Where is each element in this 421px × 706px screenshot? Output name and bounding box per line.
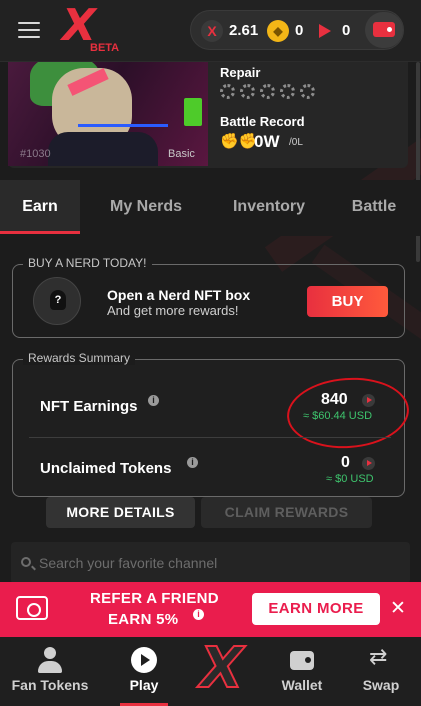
ticket-icon: [16, 596, 48, 620]
close-icon[interactable]: ✕: [390, 597, 406, 620]
wallet-icon: [373, 22, 395, 37]
nav-label: Wallet: [281, 677, 323, 693]
beta-badge: BETA: [90, 42, 120, 54]
gear-icon: [300, 84, 315, 99]
coin-balance: 0: [295, 22, 304, 39]
tab-bar: Earn My Nerds Inventory Battle: [0, 180, 421, 236]
battle-record-losses: /0L: [289, 137, 303, 148]
battle-record-value: 0W: [254, 132, 280, 151]
person-icon: [38, 647, 62, 673]
search-bar[interactable]: [11, 542, 410, 584]
tab-battle[interactable]: Battle: [336, 180, 412, 234]
refer-percent: EARN 5%: [108, 611, 179, 628]
earn-more-button[interactable]: EARN MORE: [252, 593, 380, 625]
search-input[interactable]: [39, 550, 399, 576]
x-logo-icon[interactable]: X: [199, 640, 244, 698]
divider: [29, 437, 391, 438]
bottom-nav: Fan Tokens Play X Wallet Swap ⇄: [0, 637, 421, 706]
tab-inventory[interactable]: Inventory: [214, 180, 324, 234]
nerd-rarity: Basic: [168, 148, 195, 160]
unclaimed-amount: 0: [341, 454, 350, 471]
tab-earn[interactable]: Earn: [0, 180, 80, 234]
battle-record-label: Battle Record: [220, 114, 305, 129]
buy-subtitle: And get more rewards!: [107, 303, 239, 318]
buy-title: Open a Nerd NFT box: [107, 287, 251, 303]
x-token-balance: 2.61: [229, 22, 259, 39]
info-icon[interactable]: i: [148, 395, 159, 406]
unclaimed-usd: ≈ $0 USD: [326, 473, 374, 485]
nerd-card[interactable]: #1030 Basic Repair Battle Record ✊✊ 0W /…: [8, 62, 408, 168]
wallet-icon: [290, 651, 314, 670]
unclaimed-tokens-label: Unclaimed Tokens: [40, 460, 172, 477]
gear-icon: [260, 84, 275, 99]
top-bar: X BETA X 2.61 ◆ 0 0: [0, 0, 421, 62]
nav-label: Play: [129, 677, 159, 693]
nerd-avatar-image[interactable]: #1030 Basic: [8, 62, 208, 166]
balance-pill[interactable]: X 2.61 ◆ 0 0: [190, 10, 404, 50]
rewards-legend: Rewards Summary: [23, 351, 136, 365]
buy-panel-legend: BUY A NERD TODAY!: [23, 256, 152, 270]
coin-icon: ◆: [267, 20, 289, 42]
gear-icon: [280, 84, 295, 99]
buy-button[interactable]: BUY: [307, 286, 388, 317]
more-details-button[interactable]: MORE DETAILS: [46, 497, 195, 528]
annotation-circle: [284, 373, 412, 453]
hamburger-icon[interactable]: [18, 22, 40, 40]
refer-title: REFER A FRIEND: [90, 590, 219, 607]
rewards-summary-panel: Rewards Summary NFT Earnings i 840 ≈ $60…: [12, 351, 412, 497]
nav-wallet[interactable]: Wallet: [262, 637, 342, 706]
repair-label: Repair: [220, 65, 261, 80]
nerd-id: #1030: [20, 148, 51, 160]
info-icon[interactable]: i: [193, 609, 204, 620]
gear-icon: [220, 84, 235, 99]
refer-banner: REFER A FRIEND EARN 5% i EARN MORE ✕: [0, 582, 421, 637]
wallet-button[interactable]: [365, 12, 403, 48]
nav-label: Swap: [362, 677, 400, 693]
play-token-balance: 0: [342, 22, 351, 39]
search-icon: [21, 557, 31, 567]
drink-glass: [184, 98, 202, 126]
claim-rewards-button[interactable]: CLAIM REWARDS: [201, 497, 372, 528]
nav-label: Fan Tokens: [11, 677, 89, 693]
nft-earnings-label: NFT Earnings: [40, 398, 138, 415]
play-icon: [131, 647, 157, 673]
tab-my-nerds[interactable]: My Nerds: [92, 180, 200, 234]
buy-nerd-panel: BUY A NERD TODAY! ? Open a Nerd NFT box …: [12, 256, 405, 338]
gear-icon: [240, 84, 255, 99]
repair-gears: [220, 84, 320, 104]
info-icon[interactable]: i: [187, 457, 198, 468]
x-token-icon: X: [201, 20, 223, 42]
boxing-gloves-icon: ✊✊: [220, 133, 258, 150]
play-token-icon: [362, 457, 375, 470]
swap-icon: ⇄: [369, 644, 388, 669]
app-logo[interactable]: X BETA: [60, 4, 120, 56]
play-token-icon: [319, 24, 331, 38]
mystery-box-icon: ?: [33, 277, 81, 325]
nav-fan-tokens[interactable]: Fan Tokens: [0, 637, 100, 706]
